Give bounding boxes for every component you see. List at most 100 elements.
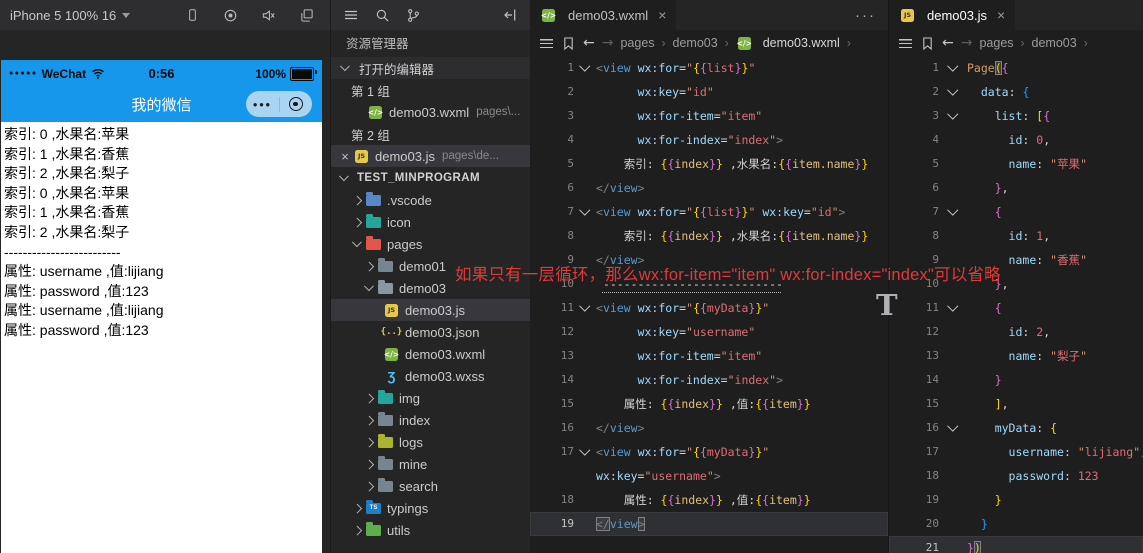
tree-folder-utils[interactable]: utils [331, 519, 530, 541]
code-line[interactable]: 8 id: 1, [889, 224, 1143, 248]
breadcrumb-item[interactable]: demo03 [1032, 36, 1077, 50]
tree-folder-logs[interactable]: logs [331, 431, 530, 453]
code-line[interactable]: 18 属性: {{index}} ,值:{{item}} [530, 488, 888, 512]
fold-chevron-icon[interactable] [574, 56, 596, 80]
code-line[interactable]: 13 name: "梨子" [889, 344, 1143, 368]
code-line[interactable]: 1Page({ [889, 56, 1143, 80]
forward-arrow-icon[interactable]: → [602, 35, 614, 51]
wxml-file-icon: </> [736, 36, 753, 50]
tree-folder-img[interactable]: img [331, 387, 530, 409]
tree-file-demo03.json[interactable]: {..}demo03.json [331, 321, 530, 343]
tree-folder-index[interactable]: index [331, 409, 530, 431]
code-line[interactable]: 6</view> [530, 176, 888, 200]
tab-demo03.wxml[interactable]: </>demo03.wxml× [530, 0, 676, 30]
search-icon[interactable] [374, 7, 390, 23]
more-actions-button[interactable]: ··· [855, 7, 888, 24]
multi-window-icon[interactable] [298, 7, 314, 23]
code-line[interactable]: 21}) [889, 536, 1143, 553]
forward-arrow-icon[interactable]: → [961, 35, 973, 51]
tree-folder-mine[interactable]: mine [331, 453, 530, 475]
code-line[interactable]: 14 wx:for-index="index"> [530, 368, 888, 392]
tree-file-demo03.wxml[interactable]: </>demo03.wxml [331, 343, 530, 365]
code-editor-demo03.js[interactable]: 1Page({2 data: {3 list: [{4 id: 0,5 name… [889, 56, 1143, 553]
code-line[interactable]: 20 } [889, 512, 1143, 536]
code-line[interactable]: 15 属性: {{index}} ,值:{{item}} [530, 392, 888, 416]
device-frame-icon[interactable] [184, 7, 200, 23]
tab-close-icon[interactable]: × [997, 7, 1005, 23]
breadcrumb-file[interactable]: </>demo03.wxml [736, 36, 840, 50]
code-line[interactable]: 16 myData: { [889, 416, 1143, 440]
code-line[interactable]: wx:key="username"> [530, 464, 888, 488]
fold-chevron-icon[interactable] [939, 416, 967, 440]
code-line[interactable]: 7 { [889, 200, 1143, 224]
open-editors-header[interactable]: 打开的编辑器 [331, 57, 530, 79]
code-line[interactable]: 4 id: 0, [889, 128, 1143, 152]
breadcrumb-item[interactable]: pages [979, 36, 1013, 50]
open-editor-item-demo03.wxml[interactable]: </>demo03.wxmlpages\... [331, 101, 530, 123]
code-line[interactable]: 12 id: 2, [889, 320, 1143, 344]
fold-chevron-icon[interactable] [574, 440, 596, 464]
code-editor-demo03.wxml[interactable]: 1<view wx:for="{{list}}"2 wx:key="id"3 w… [530, 56, 888, 553]
code-line[interactable]: 3 list: [{ [889, 104, 1143, 128]
code-line[interactable]: 11<view wx:for="{{myData}}" [530, 296, 888, 320]
code-line[interactable]: 13 wx:for-item="item" [530, 344, 888, 368]
back-arrow-icon[interactable]: ← [942, 35, 954, 51]
code-line[interactable]: 19 } [889, 488, 1143, 512]
record-icon[interactable] [222, 7, 238, 23]
exit-miniprogram-button[interactable] [280, 97, 313, 111]
project-root-header[interactable]: TEST_MINPROGRAM [331, 167, 530, 189]
back-arrow-icon[interactable]: ← [583, 35, 595, 51]
code-line[interactable]: 17<view wx:for="{{myData}}" [530, 440, 888, 464]
open-editor-item-demo03.js[interactable]: ×JSdemo03.jspages\de... [331, 145, 530, 167]
code-line[interactable]: 3 wx:for-item="item" [530, 104, 888, 128]
outline-icon[interactable] [540, 39, 553, 48]
code-line[interactable]: 4 wx:for-index="index"> [530, 128, 888, 152]
fold-chevron-icon[interactable] [939, 80, 967, 104]
git-branch-icon[interactable] [405, 7, 421, 23]
code-line[interactable]: 2 data: { [889, 80, 1143, 104]
bookmark-icon[interactable] [560, 35, 576, 51]
fold-chevron-icon[interactable] [939, 56, 967, 80]
tab-close-icon[interactable]: × [658, 7, 666, 23]
code-line[interactable]: 2 wx:key="id" [530, 80, 888, 104]
tree-folder-icon[interactable]: icon [331, 211, 530, 233]
tree-folder-.vscode[interactable]: .vscode [331, 189, 530, 211]
close-icon[interactable]: × [337, 149, 353, 164]
code-line[interactable]: 5 索引: {{index}} ,水果名:{{item.name}} [530, 152, 888, 176]
code-line[interactable]: 5 name: "苹果" [889, 152, 1143, 176]
fold-chevron-icon[interactable] [939, 296, 967, 320]
code-line[interactable]: 11 { [889, 296, 1143, 320]
breadcrumb-item[interactable]: pages [620, 36, 654, 50]
fold-chevron-icon[interactable] [574, 200, 596, 224]
tree-folder-pages[interactable]: pages [331, 233, 530, 255]
code-line[interactable]: 8 索引: {{index}} ,水果名:{{item.name}} [530, 224, 888, 248]
code-line[interactable]: 14 } [889, 368, 1143, 392]
pages-folder-icon [365, 237, 382, 251]
list-icon[interactable] [343, 7, 359, 23]
code-line[interactable]: 1<view wx:for="{{list}}" [530, 56, 888, 80]
code-line[interactable]: 19</view> [530, 512, 888, 536]
mute-icon[interactable] [260, 7, 276, 23]
bookmark-icon[interactable] [919, 35, 935, 51]
fold-chevron-icon[interactable] [574, 296, 596, 320]
device-selector[interactable]: iPhone 5 100% 16 [0, 8, 130, 23]
tree-folder-typings[interactable]: TStypings [331, 497, 530, 519]
code-line[interactable]: 7<view wx:for="{{list}}" wx:key="id"> [530, 200, 888, 224]
outline-icon[interactable] [899, 39, 912, 48]
code-line[interactable]: 15 ], [889, 392, 1143, 416]
code-line[interactable]: 12 wx:key="username" [530, 320, 888, 344]
code-line[interactable]: 16</view> [530, 416, 888, 440]
tab-demo03.js[interactable]: JSdemo03.js× [889, 0, 1015, 30]
tree-file-demo03.wxss[interactable]: Ʒdemo03.wxss [331, 365, 530, 387]
code-line[interactable]: 6 }, [889, 176, 1143, 200]
collapse-panel-icon[interactable] [502, 7, 518, 23]
tree-folder-search[interactable]: search [331, 475, 530, 497]
file-name: demo03.js [375, 149, 435, 164]
fold-chevron-icon[interactable] [939, 104, 967, 128]
more-menu-button[interactable]: ●●● [246, 100, 279, 109]
code-line[interactable]: 17 username: "lijiang", [889, 440, 1143, 464]
tree-file-demo03.js[interactable]: JSdemo03.js [331, 299, 530, 321]
fold-chevron-icon[interactable] [939, 200, 967, 224]
code-line[interactable]: 18 password: 123 [889, 464, 1143, 488]
breadcrumb-item[interactable]: demo03 [673, 36, 718, 50]
